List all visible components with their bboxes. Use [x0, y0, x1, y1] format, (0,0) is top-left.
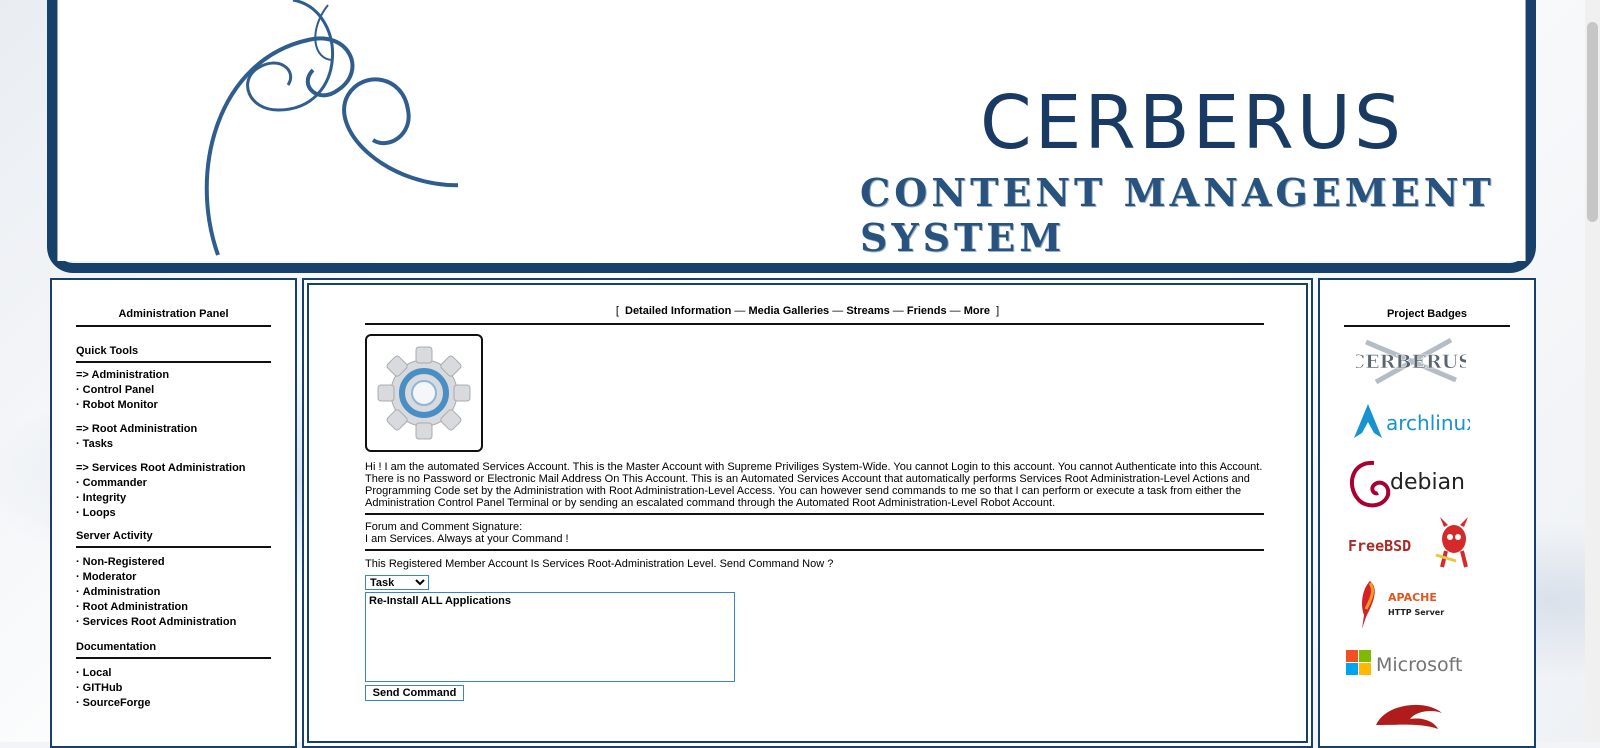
command-textarea[interactable]: Re-Install ALL Applications	[365, 592, 735, 682]
cerberus-logo-icon: CERBERUS	[1350, 337, 1472, 385]
swirl-decoration	[204, 0, 458, 256]
freebsd-badge[interactable]: FreeBSD	[1344, 515, 1474, 575]
divider	[76, 657, 271, 659]
nav-streams[interactable]: Streams	[846, 305, 889, 317]
documentation-heading: Documentation	[76, 641, 157, 653]
server-activity-list: · Non-Registered · Moderator · Administrati…	[76, 555, 271, 630]
avatar	[365, 334, 483, 452]
banner: CERBERUS CONTENT MANAGEMENT SYSTEM	[57, 0, 1526, 261]
command-type-select[interactable]: Task	[365, 575, 429, 590]
nav-more[interactable]: More	[964, 305, 990, 317]
administration-panel: Administration Panel Quick Tools => Admi…	[50, 278, 297, 748]
svg-text:archlinux: archlinux	[1386, 411, 1470, 435]
about-text: Hi ! I am the automated Services Account…	[365, 461, 1263, 509]
divider	[365, 549, 1264, 551]
link-local[interactable]: · Local	[76, 666, 271, 681]
badges-title: Project Badges	[1386, 308, 1468, 320]
apache-badge[interactable]: APACHE HTTP Server	[1350, 575, 1480, 635]
nav-media-galleries[interactable]: Media Galleries	[748, 305, 829, 317]
profile-content: [ Detailed Information — Media Galleries…	[307, 283, 1308, 743]
divider	[365, 323, 1264, 325]
debian-badge[interactable]: debian	[1344, 455, 1474, 515]
divider	[76, 546, 271, 548]
link-administration[interactable]: => Administration	[76, 368, 271, 383]
red-badge[interactable]	[1366, 695, 1496, 735]
svg-text:Microsoft: Microsoft	[1376, 654, 1462, 676]
microsoft-logo-icon: Microsoft	[1346, 650, 1462, 676]
divider	[76, 361, 271, 363]
nav-friends[interactable]: Friends	[907, 305, 947, 317]
link-activity-services-root[interactable]: · Services Root Administration	[76, 615, 271, 630]
command-prompt: This Registered Member Account Is Servic…	[365, 558, 834, 570]
link-sourceforge[interactable]: · SourceForge	[76, 696, 271, 711]
link-root-administration[interactable]: => Root Administration	[76, 422, 271, 437]
banner-subtitle: CONTENT MANAGEMENT SYSTEM	[860, 170, 1495, 260]
nav-detailed-information[interactable]: Detailed Information	[625, 305, 731, 317]
svg-text:debian: debian	[1390, 470, 1465, 495]
profile-panel: [ Detailed Information — Media Galleries…	[302, 278, 1313, 748]
svg-text:CERBERUS: CERBERUS	[1356, 351, 1466, 373]
quick-tools-heading: Quick Tools	[76, 345, 139, 357]
link-robot-monitor[interactable]: · Robot Monitor	[76, 398, 271, 413]
link-non-registered[interactable]: · Non-Registered	[76, 555, 271, 570]
divider	[76, 325, 271, 327]
svg-text:FreeBSD: FreeBSD	[1348, 537, 1411, 555]
link-github[interactable]: · GITHub	[76, 681, 271, 696]
quick-tools-group-root: => Root Administration · Tasks	[76, 422, 271, 452]
link-moderator[interactable]: · Moderator	[76, 570, 271, 585]
link-services-root-administration[interactable]: => Services Root Administration	[76, 461, 271, 476]
server-activity-heading: Server Activity	[76, 530, 153, 542]
link-tasks[interactable]: · Tasks	[76, 437, 271, 452]
divider	[1344, 325, 1510, 327]
link-integrity[interactable]: · Integrity	[76, 491, 271, 506]
svg-text:APACHE: APACHE	[1388, 591, 1437, 604]
gear-icon	[377, 346, 471, 440]
quick-tools-group-services: => Services Root Administration · Command…	[76, 461, 271, 521]
banner-title: CERBERUS	[980, 80, 1404, 166]
link-activity-root-administration[interactable]: · Root Administration	[76, 600, 271, 615]
microsoft-badge[interactable]: Microsoft	[1344, 640, 1474, 700]
link-control-panel[interactable]: · Control Panel	[76, 383, 271, 398]
apache-logo-icon: APACHE HTTP Server	[1362, 581, 1444, 629]
debian-logo-icon: debian	[1349, 460, 1465, 508]
cerberus-badge[interactable]: CERBERUS	[1350, 332, 1486, 392]
documentation-list: · Local · GITHub · SourceForge	[76, 666, 271, 711]
link-loops[interactable]: · Loops	[76, 506, 271, 521]
quick-tools-group-administration: => Administration · Control Panel · Robot …	[76, 368, 271, 413]
red-logo-icon	[1376, 704, 1442, 729]
signature-label: Forum and Comment Signature:	[365, 521, 523, 533]
archlinux-logo-icon: archlinux	[1354, 404, 1478, 438]
project-badges-panel: Project Badges CERBERUS archlinux debian…	[1318, 278, 1536, 748]
divider	[365, 513, 1264, 515]
send-command-button[interactable]: Send Command	[365, 685, 464, 701]
signature-text: I am Services. Always at your Command !	[365, 533, 569, 545]
svg-text:HTTP Server: HTTP Server	[1388, 608, 1444, 617]
archlinux-badge[interactable]: archlinux	[1350, 398, 1480, 458]
profile-nav: [ Detailed Information — Media Galleries…	[615, 305, 1000, 317]
link-activity-administration[interactable]: · Administration	[76, 585, 271, 600]
freebsd-logo-icon: FreeBSD	[1348, 517, 1468, 568]
panel-title: Administration Panel	[118, 308, 229, 320]
page-scrollbar[interactable]	[1585, 0, 1600, 742]
link-commander[interactable]: · Commander	[76, 476, 271, 491]
scrollbar-thumb[interactable]	[1587, 22, 1598, 222]
